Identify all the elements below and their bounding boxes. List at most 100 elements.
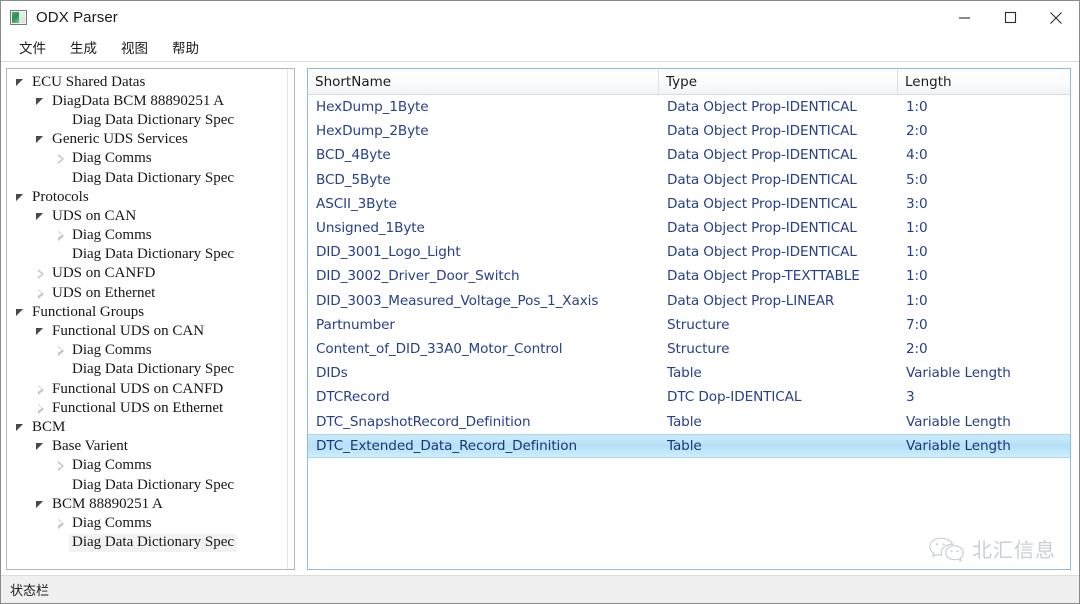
tree-expand-arrow-icon[interactable] <box>13 305 29 321</box>
table-row[interactable]: DTC_SnapshotRecord_DefinitionTableVariab… <box>308 409 1070 433</box>
table-row[interactable]: Unsigned_1ByteData Object Prop-IDENTICAL… <box>308 216 1070 240</box>
tree-node[interactable]: Functional UDS on Ethernet <box>7 399 287 418</box>
application-window: ODX Parser 文件生成视图帮助 <box>0 0 1080 604</box>
tree-node[interactable]: Diag Data Dictionary Spec <box>7 111 287 130</box>
tree-leaf-spacer-icon <box>53 535 69 551</box>
menu-help[interactable]: 帮助 <box>163 35 208 60</box>
cell-length: Variable Length <box>898 414 1070 430</box>
tree-node[interactable]: Diag Data Dictionary Spec <box>7 246 287 265</box>
close-icon <box>1049 11 1063 25</box>
column-header-shortname[interactable]: ShortName <box>308 69 659 94</box>
tree-node[interactable]: Functional Groups <box>7 303 287 322</box>
maximize-button[interactable] <box>987 1 1033 34</box>
cell-length: 1:0 <box>898 268 1070 284</box>
tree-expand-arrow-icon[interactable] <box>13 75 29 91</box>
column-header-length[interactable]: Length <box>898 69 1070 94</box>
tree-node[interactable]: Diag Comms <box>7 342 287 361</box>
table-row[interactable]: HexDump_2ByteData Object Prop-IDENTICAL2… <box>308 119 1070 143</box>
table-row[interactable]: HexDump_1ByteData Object Prop-IDENTICAL1… <box>308 95 1070 119</box>
tree-collapse-arrow-icon[interactable] <box>33 286 49 302</box>
tree-expand-arrow-icon[interactable] <box>33 497 49 513</box>
tree-expand-arrow-icon[interactable] <box>33 94 49 110</box>
tree-node[interactable]: Diag Comms <box>7 457 287 476</box>
minimize-icon <box>958 11 971 24</box>
table-row[interactable]: BCD_5ByteData Object Prop-IDENTICAL5:0 <box>308 168 1070 192</box>
tree-node[interactable]: Functional UDS on CAN <box>7 322 287 341</box>
cell-shortname: DTCRecord <box>308 389 659 405</box>
tree-scrollbar[interactable] <box>287 69 294 569</box>
tree-node[interactable]: BCM 88890251 A <box>7 495 287 514</box>
cell-type: Table <box>659 414 898 430</box>
cell-length: 1:0 <box>898 293 1070 309</box>
cell-shortname: Content_of_DID_33A0_Motor_Control <box>308 341 659 357</box>
tree-expand-arrow-icon[interactable] <box>13 190 29 206</box>
tree-collapse-arrow-icon[interactable] <box>33 382 49 398</box>
tree-collapse-arrow-icon[interactable] <box>53 151 69 167</box>
tree-expand-arrow-icon[interactable] <box>33 439 49 455</box>
minimize-button[interactable] <box>941 1 987 34</box>
tree-scroll-area[interactable]: ECU Shared DatasDiagData BCM 88890251 AD… <box>7 69 287 569</box>
tree-node[interactable]: UDS on CANFD <box>7 265 287 284</box>
cell-shortname: Unsigned_1Byte <box>308 220 659 236</box>
tree-collapse-arrow-icon[interactable] <box>53 458 69 474</box>
table-row[interactable]: DID_3001_Logo_LightData Object Prop-IDEN… <box>308 240 1070 264</box>
tree-node[interactable]: Functional UDS on CANFD <box>7 380 287 399</box>
tree-node[interactable]: Diag Data Dictionary Spec <box>7 534 287 553</box>
panel-splitter[interactable] <box>295 68 307 570</box>
tree-node-label: Diag Data Dictionary Spec <box>69 246 237 264</box>
ecu-tree-panel[interactable]: ECU Shared DatasDiagData BCM 88890251 AD… <box>6 68 295 570</box>
tree-expand-arrow-icon[interactable] <box>13 420 29 436</box>
cell-shortname: ASCII_3Byte <box>308 196 659 212</box>
table-row[interactable]: BCD_4ByteData Object Prop-IDENTICAL4:0 <box>308 143 1070 167</box>
tree-node[interactable]: Diag Comms <box>7 150 287 169</box>
cell-shortname: DID_3003_Measured_Voltage_Pos_1_Xaxis <box>308 293 659 309</box>
cell-length: 2:0 <box>898 341 1070 357</box>
tree-node[interactable]: DiagData BCM 88890251 A <box>7 92 287 111</box>
tree-node[interactable]: Diag Comms <box>7 514 287 533</box>
tree-collapse-arrow-icon[interactable] <box>53 228 69 244</box>
tree-node[interactable]: Diag Data Dictionary Spec <box>7 169 287 188</box>
tree-collapse-arrow-icon[interactable] <box>33 401 49 417</box>
table-row[interactable]: PartnumberStructure7:0 <box>308 313 1070 337</box>
menu-generate[interactable]: 生成 <box>61 35 106 60</box>
table-row[interactable]: ASCII_3ByteData Object Prop-IDENTICAL3:0 <box>308 192 1070 216</box>
tree-node-label: BCM <box>29 419 68 437</box>
tree-node[interactable]: Diag Data Dictionary Spec <box>7 361 287 380</box>
cell-type: DTC Dop-IDENTICAL <box>659 389 898 405</box>
cell-length: 1:0 <box>898 220 1070 236</box>
tree-expand-arrow-icon[interactable] <box>33 324 49 340</box>
tree-node-label: Base Varient <box>49 438 131 456</box>
tree-expand-arrow-icon[interactable] <box>33 209 49 225</box>
tree-leaf-spacer-icon <box>53 113 69 129</box>
table-row[interactable]: DID_3003_Measured_Voltage_Pos_1_XaxisDat… <box>308 289 1070 313</box>
table-row[interactable]: DTCRecordDTC Dop-IDENTICAL3 <box>308 385 1070 409</box>
tree-expand-arrow-icon[interactable] <box>33 132 49 148</box>
tree-node[interactable]: UDS on CAN <box>7 207 287 226</box>
table-row[interactable]: Content_of_DID_33A0_Motor_ControlStructu… <box>308 337 1070 361</box>
tree-node[interactable]: Base Varient <box>7 438 287 457</box>
table-row[interactable]: DIDsTableVariable Length <box>308 361 1070 385</box>
column-header-type[interactable]: Type <box>659 69 898 94</box>
tree-node[interactable]: UDS on Ethernet <box>7 284 287 303</box>
tree-leaf-spacer-icon <box>53 362 69 378</box>
tree-collapse-arrow-icon[interactable] <box>53 516 69 532</box>
tree-node[interactable]: Generic UDS Services <box>7 131 287 150</box>
cell-type: Data Object Prop-IDENTICAL <box>659 123 898 139</box>
tree-node[interactable]: Diag Comms <box>7 227 287 246</box>
menu-file[interactable]: 文件 <box>10 35 55 60</box>
table-row[interactable]: DTC_Extended_Data_Record_DefinitionTable… <box>308 434 1070 458</box>
tree-collapse-arrow-icon[interactable] <box>33 266 49 282</box>
cell-length: 3 <box>898 389 1070 405</box>
tree-node[interactable]: ECU Shared Datas <box>7 73 287 92</box>
tree-node[interactable]: Protocols <box>7 188 287 207</box>
cell-type: Data Object Prop-TEXTTABLE <box>659 268 898 284</box>
tree-node[interactable]: BCM <box>7 418 287 437</box>
menu-view[interactable]: 视图 <box>112 35 157 60</box>
cell-length: 5:0 <box>898 172 1070 188</box>
close-button[interactable] <box>1033 1 1079 34</box>
tree-node-label: UDS on CANFD <box>49 265 158 283</box>
tree-collapse-arrow-icon[interactable] <box>53 343 69 359</box>
tree-node[interactable]: Diag Data Dictionary Spec <box>7 476 287 495</box>
tree-node-label: BCM 88890251 A <box>49 496 166 514</box>
table-row[interactable]: DID_3002_Driver_Door_SwitchData Object P… <box>308 264 1070 288</box>
